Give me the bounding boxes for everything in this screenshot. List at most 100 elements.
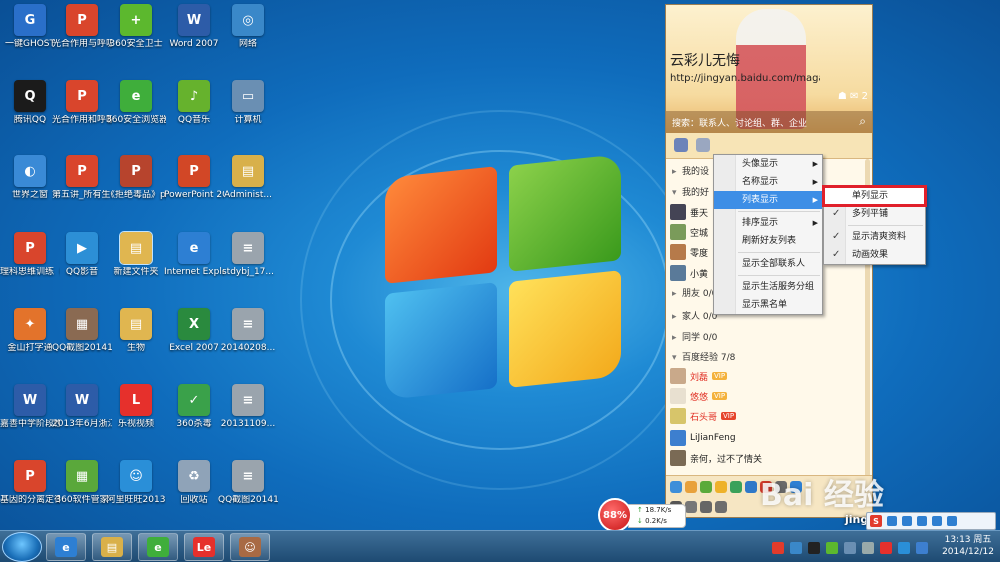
ime-mode-icon[interactable] [887, 516, 897, 526]
desktop-icon[interactable]: e Internet Explorer [164, 232, 224, 278]
desktop-icon[interactable]: ♪ QQ音乐 [164, 80, 224, 126]
desktop-icon[interactable]: ◐ 世界之窗 [0, 155, 60, 201]
skin-icon[interactable]: ☗ [838, 91, 847, 102]
ime-toolbar[interactable]: S [866, 512, 996, 530]
app-icon[interactable] [745, 481, 757, 493]
group-header[interactable]: ▸ 朋友 0/0 [672, 286, 717, 299]
group-header[interactable]: ▾ 百度经验 7/8 [672, 350, 735, 363]
menu-item-compact-info[interactable]: ✓ 显示清爽资料 [824, 228, 925, 246]
ime-tools-icon[interactable] [947, 516, 957, 526]
sogou-tray-icon[interactable] [772, 542, 784, 554]
menu-item-show-life-service-group[interactable]: 显示生活服务分组 [714, 278, 822, 296]
app-icon[interactable] [685, 481, 697, 493]
desktop-icon[interactable]: Q 腾讯QQ [0, 80, 60, 126]
desktop-icon[interactable]: P 基因的分离定律(第一... [0, 460, 60, 506]
desktop-icon[interactable]: ≡ 20140208... [218, 308, 278, 354]
desktop-icon[interactable]: P PowerPoint 2007 [164, 155, 224, 201]
friend-item[interactable]: 垂天 [670, 203, 708, 221]
app-icon[interactable] [670, 481, 682, 493]
360-tray-icon[interactable] [826, 542, 838, 554]
desktop-icon[interactable]: L 乐视视频 [106, 384, 166, 430]
desktop-icon[interactable]: ▤ Administ... [218, 155, 278, 201]
desktop-icon[interactable]: ✦ 金山打字通 [0, 308, 60, 354]
qq-nickname[interactable]: 云彩儿无悔 [670, 50, 740, 70]
letv-tray-icon[interactable] [880, 542, 892, 554]
desktop-icon[interactable]: ▶ QQ影音 [52, 232, 112, 278]
search-input[interactable]: 搜索：联系人、讨论组、群、企业 [672, 119, 807, 129]
group-header[interactable]: ▸ 家人 0/0 [672, 309, 717, 322]
desktop-icon[interactable]: e 360安全浏览器7 [106, 80, 166, 126]
desktop-icon[interactable]: ≡ 20131109... [218, 384, 278, 430]
start-button[interactable] [2, 532, 42, 562]
desktop-icon[interactable]: W 2013年6月浙江省普通高... [52, 384, 112, 430]
taskbar-app-button[interactable]: ☺ [230, 533, 270, 561]
menu-item-list-display[interactable]: 列表显示 ▶ [714, 191, 822, 209]
desktop-icon[interactable]: ✓ 360杀毒 [164, 384, 224, 430]
group-header[interactable]: ▾ 我的好 [672, 185, 709, 198]
friend-item[interactable]: 零度 [670, 243, 708, 261]
desktop-icon[interactable]: P 光合作用与呼吸作用... [52, 4, 112, 50]
group-header[interactable]: ▸ 同学 0/0 [672, 330, 717, 343]
menu-item-multi-column[interactable]: ✓ 多列平铺 [824, 205, 925, 223]
menu-item-animation[interactable]: ✓ 动画效果 [824, 246, 925, 264]
group-header[interactable]: ▸ 我的设 [672, 164, 709, 177]
sogou-ime-icon[interactable]: S [870, 515, 882, 527]
desktop-icon[interactable]: +360安全卫士 [106, 4, 166, 50]
desktop-icon[interactable]: W Word 2007 [164, 4, 224, 50]
ime-keyboard-icon[interactable] [917, 516, 927, 526]
message-manager-icon[interactable] [700, 501, 712, 513]
desktop-icon[interactable]: ▦ QQ截图20141208... [52, 308, 112, 354]
desktop-icon[interactable]: ▤ 生物 [106, 308, 166, 354]
desktop-icon[interactable]: ☺ 阿里旺旺2013 [106, 460, 166, 506]
desktop-icon[interactable]: ♻ 回收站 [164, 460, 224, 506]
qq-search-bar[interactable]: 搜索：联系人、讨论组、群、企业 ⌕ [666, 111, 872, 133]
menu-item-sort-display[interactable]: 排序显示 ▶ [714, 214, 822, 232]
friend-item[interactable]: LiJianFeng [670, 429, 736, 447]
friend-item[interactable]: 空城 [670, 223, 708, 241]
volume-tray-icon[interactable] [862, 542, 874, 554]
menu-item-show-blacklist[interactable]: 显示黑名单 [714, 296, 822, 314]
taskbar-app-button[interactable]: e [138, 533, 178, 561]
network-tray-icon[interactable] [844, 542, 856, 554]
folder-icon[interactable] [715, 501, 727, 513]
ime-punctuation-icon[interactable] [902, 516, 912, 526]
taskbar-app-button[interactable]: ▤ [92, 533, 132, 561]
desktop-icon[interactable]: P 第五讲_所有生命都需... [52, 155, 112, 201]
friend-item[interactable]: 悠悠 VIP [670, 387, 728, 405]
mail-icon[interactable]: ✉ [850, 91, 858, 102]
taskbar-app-button[interactable]: Le [184, 533, 224, 561]
friend-item[interactable]: 亲何，过不了情关 [670, 449, 762, 467]
desktop-icon[interactable]: W 嘉善中学阶段性考试... [0, 384, 60, 430]
desktop-icon[interactable]: G 一键GHOST [0, 4, 60, 50]
desktop-icon[interactable]: P 光合作用和呼吸作用专... [52, 80, 112, 126]
group-tab-icon[interactable] [696, 138, 710, 152]
desktop-icon[interactable]: ▤ 新建文件夹 [106, 231, 166, 278]
app-icon[interactable] [715, 481, 727, 493]
app-icon[interactable] [730, 481, 742, 493]
clock[interactable]: 13:13 周五 2014/12/12 [938, 534, 998, 558]
search-icon[interactable]: ⌕ [859, 114, 866, 129]
contacts-tab-icon[interactable] [674, 138, 688, 152]
menu-item-show-all-contacts[interactable]: 显示全部联系人 [714, 255, 822, 273]
ime-skin-icon[interactable] [932, 516, 942, 526]
tray-icon[interactable] [790, 542, 802, 554]
qq-signature[interactable]: http://jingyan.baidu.com/magaz... [670, 73, 820, 84]
menu-item-avatar-display[interactable]: 头像显示 ▶ [714, 155, 822, 173]
friend-item[interactable]: 小黄 [670, 264, 708, 282]
desktop-icon[interactable]: P 理科思维训练（一）... [0, 232, 60, 278]
desktop-icon[interactable]: ≡ QQ截图20141211... [218, 460, 278, 506]
network-speed-widget[interactable]: ↑ 18.7K/s ↓ 0.2K/s 88% [598, 498, 688, 532]
friend-item[interactable]: 石头哥 VIP [670, 407, 737, 425]
desktop-icon[interactable]: P 《拒绝毒品》ppt课... [106, 155, 166, 201]
desktop-icon[interactable]: X Excel 2007 [164, 308, 224, 354]
menu-item-refresh-list[interactable]: 刷新好友列表 [714, 232, 822, 250]
desktop-icon[interactable]: ▦ 360软件管家 [52, 460, 112, 506]
app-icon[interactable] [700, 481, 712, 493]
qq-tray-icon[interactable] [808, 542, 820, 554]
desktop-icon[interactable]: ▭ 计算机 [218, 80, 278, 126]
desktop-icon[interactable]: ≡ stdybj_17... [218, 232, 278, 278]
menu-item-name-display[interactable]: 名称显示 ▶ [714, 173, 822, 191]
friend-item[interactable]: 刘磊 VIP [670, 367, 728, 385]
desktop-icon[interactable]: ◎ 网络 [218, 4, 278, 50]
tray-icon[interactable] [916, 542, 928, 554]
